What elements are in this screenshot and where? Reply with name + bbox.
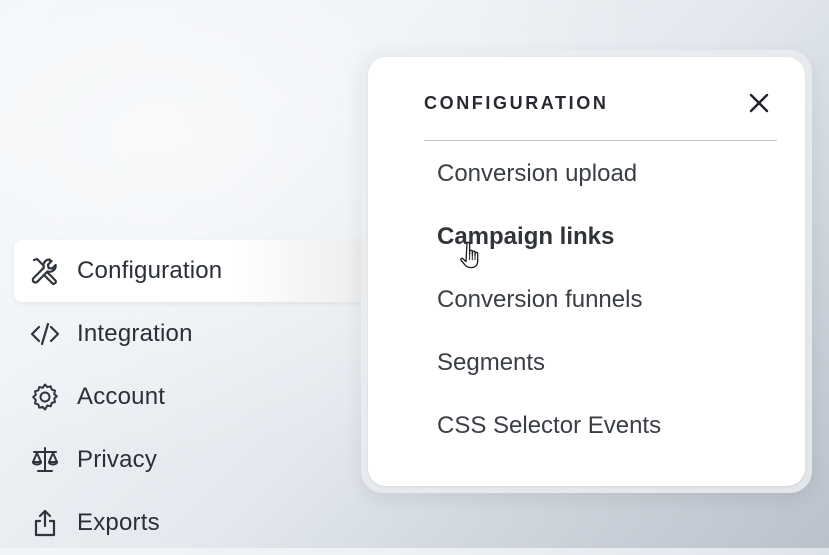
sidebar: Configuration Integration Account Privac…: [14, 240, 414, 555]
scale-icon: [28, 443, 62, 477]
sidebar-item-account[interactable]: Account: [14, 366, 414, 428]
close-icon: [749, 93, 769, 113]
sidebar-item-integration[interactable]: Integration: [14, 303, 414, 365]
close-button[interactable]: [745, 89, 773, 117]
sidebar-item-label: Account: [77, 383, 166, 410]
code-icon: [28, 317, 62, 351]
sidebar-item-exports[interactable]: Exports: [14, 492, 414, 554]
sidebar-item-label: Exports: [77, 509, 160, 536]
configuration-popover: CONFIGURATION Conversion upload Campaign…: [368, 57, 805, 486]
share-icon: [28, 506, 62, 540]
menu-item-css-selector-events[interactable]: CSS Selector Events: [437, 394, 777, 457]
gear-icon: [28, 380, 62, 414]
sidebar-item-label: Integration: [77, 320, 193, 347]
sidebar-item-label: Privacy: [77, 446, 158, 473]
popover-title: CONFIGURATION: [424, 93, 609, 113]
sidebar-item-privacy[interactable]: Privacy: [14, 429, 414, 491]
menu-item-conversion-funnels[interactable]: Conversion funnels: [437, 268, 777, 331]
tools-icon: [28, 254, 62, 288]
popover-header: CONFIGURATION: [424, 89, 777, 141]
menu-item-conversion-upload[interactable]: Conversion upload: [437, 142, 777, 205]
menu-item-campaign-links[interactable]: Campaign links: [437, 205, 777, 268]
menu-item-segments[interactable]: Segments: [437, 331, 777, 394]
popover-menu: Conversion upload Campaign links Convers…: [437, 142, 777, 457]
sidebar-item-configuration[interactable]: Configuration: [14, 240, 414, 302]
sidebar-item-label: Configuration: [77, 257, 223, 284]
